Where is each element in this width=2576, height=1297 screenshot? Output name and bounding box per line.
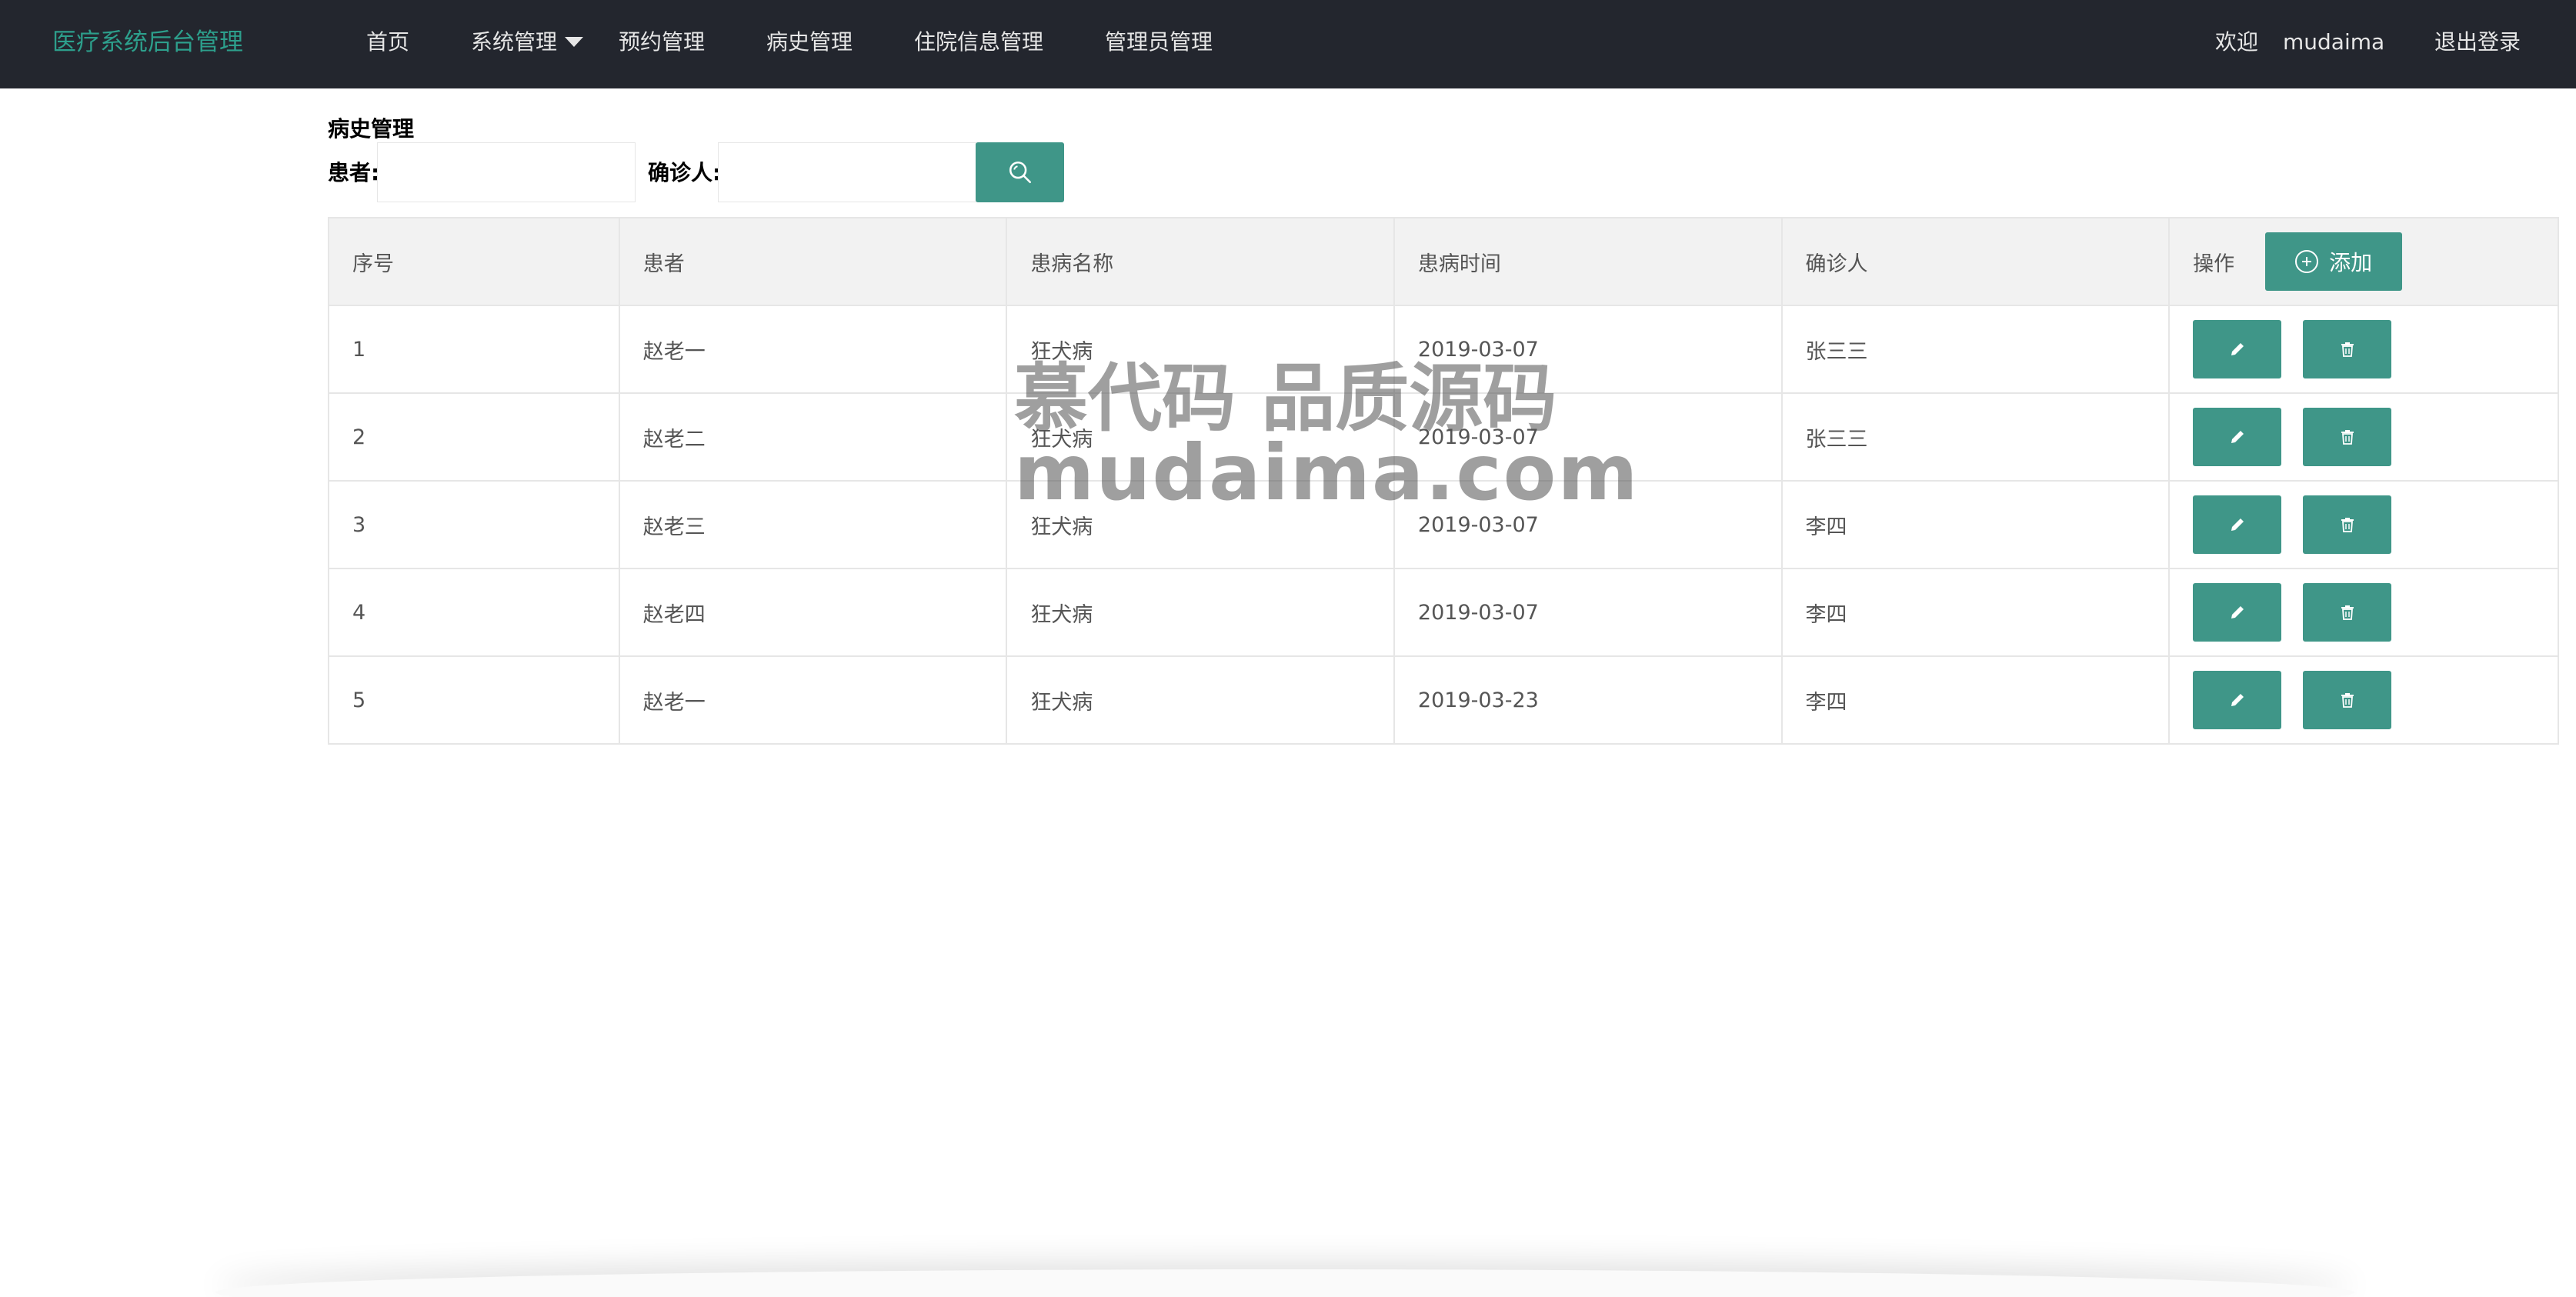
table-row: 2 赵老二 狂犬病 2019-03-07 张三三 xyxy=(328,392,2559,482)
cell-disease: 狂犬病 xyxy=(1006,568,1395,657)
caret-down-icon xyxy=(565,36,584,47)
trash-icon xyxy=(2341,605,2354,620)
cell-doctor: 李四 xyxy=(1780,480,2171,569)
cell-disease: 狂犬病 xyxy=(1006,480,1395,569)
cell-index: 1 xyxy=(328,305,620,394)
cell-patient: 赵老二 xyxy=(618,392,1008,482)
bottom-shadow xyxy=(215,1269,2354,1297)
cell-operations xyxy=(2168,305,2559,394)
col-header-doctor: 确诊人 xyxy=(1780,217,2171,306)
col-header-disease: 患病名称 xyxy=(1006,217,1395,306)
operations-label: 操作 xyxy=(2193,252,2235,276)
cell-operations xyxy=(2168,568,2559,657)
trash-icon xyxy=(2341,430,2354,445)
trash-icon xyxy=(2341,342,2354,357)
nav-inpatient-info-management[interactable]: 住院信息管理 xyxy=(914,0,1043,85)
trash-icon xyxy=(2341,693,2354,708)
cell-patient: 赵老一 xyxy=(618,655,1008,745)
cell-doctor: 李四 xyxy=(1780,655,2171,745)
nav-admin-management[interactable]: 管理员管理 xyxy=(1105,0,1213,85)
medical-history-table: 序号 患者 患病名称 患病时间 确诊人 操作 添加 1 赵老一 狂犬病 2019… xyxy=(328,217,2559,745)
delete-button[interactable] xyxy=(2303,583,2392,642)
pencil-icon xyxy=(2231,694,2244,706)
edit-button[interactable] xyxy=(2193,320,2282,378)
doctor-label: 确诊人: xyxy=(648,160,722,185)
cell-date: 2019-03-07 xyxy=(1393,568,1783,657)
table-header-row: 序号 患者 患病名称 患病时间 确诊人 操作 添加 xyxy=(328,217,2559,306)
edit-button[interactable] xyxy=(2193,671,2282,729)
pencil-icon xyxy=(2231,606,2244,618)
patient-search-input[interactable] xyxy=(377,142,636,202)
search-icon xyxy=(1009,161,1031,184)
nav-system-management-label: 系统管理 xyxy=(471,29,558,55)
col-header-index: 序号 xyxy=(328,217,620,306)
nav-home[interactable]: 首页 xyxy=(366,0,409,85)
add-button-label: 添加 xyxy=(2329,251,2373,275)
cell-date: 2019-03-23 xyxy=(1393,655,1783,745)
pencil-icon xyxy=(2231,518,2244,531)
cell-date: 2019-03-07 xyxy=(1393,480,1783,569)
search-button[interactable] xyxy=(976,142,1064,202)
cell-index: 5 xyxy=(328,655,620,745)
cell-disease: 狂犬病 xyxy=(1006,305,1395,394)
cell-doctor: 张三三 xyxy=(1780,305,2171,394)
cell-operations xyxy=(2168,655,2559,745)
nav-medical-history-management[interactable]: 病史管理 xyxy=(766,0,853,85)
table-row: 1 赵老一 狂犬病 2019-03-07 张三三 xyxy=(328,305,2559,394)
brand-title[interactable]: 医疗系统后台管理 xyxy=(52,0,243,85)
cell-operations xyxy=(2168,480,2559,569)
cell-patient: 赵老四 xyxy=(618,568,1008,657)
table-row: 3 赵老三 狂犬病 2019-03-07 李四 xyxy=(328,480,2559,569)
logout-link[interactable]: 退出登录 xyxy=(2434,0,2521,85)
username[interactable]: mudaima xyxy=(2283,0,2384,85)
cell-patient: 赵老一 xyxy=(618,305,1008,394)
plus-circle-icon xyxy=(2295,250,2319,273)
cell-patient: 赵老三 xyxy=(618,480,1008,569)
top-navbar: 医疗系统后台管理 首页 系统管理 预约管理 病史管理 住院信息管理 管理员管理 … xyxy=(0,0,2576,88)
cell-disease: 狂犬病 xyxy=(1006,655,1395,745)
nav-system-management[interactable]: 系统管理 xyxy=(471,0,584,85)
cell-disease: 狂犬病 xyxy=(1006,392,1395,482)
pencil-icon xyxy=(2231,343,2244,355)
table-row: 4 赵老四 狂犬病 2019-03-07 李四 xyxy=(328,568,2559,657)
col-header-operations: 操作 添加 xyxy=(2168,217,2559,306)
col-header-patient: 患者 xyxy=(618,217,1008,306)
delete-button[interactable] xyxy=(2303,320,2392,378)
cell-date: 2019-03-07 xyxy=(1393,392,1783,482)
edit-button[interactable] xyxy=(2193,408,2282,466)
nav-appointment-management[interactable]: 预约管理 xyxy=(619,0,705,85)
cell-doctor: 李四 xyxy=(1780,568,2171,657)
delete-button[interactable] xyxy=(2303,408,2392,466)
cell-index: 4 xyxy=(328,568,620,657)
edit-button[interactable] xyxy=(2193,583,2282,642)
page-title: 病史管理 xyxy=(328,116,415,142)
cell-index: 2 xyxy=(328,392,620,482)
patient-label: 患者: xyxy=(328,160,380,185)
cell-operations xyxy=(2168,392,2559,482)
delete-button[interactable] xyxy=(2303,495,2392,554)
cell-date: 2019-03-07 xyxy=(1393,305,1783,394)
cell-doctor: 张三三 xyxy=(1780,392,2171,482)
add-button[interactable]: 添加 xyxy=(2265,232,2403,291)
col-header-date: 患病时间 xyxy=(1393,217,1783,306)
table-row: 5 赵老一 狂犬病 2019-03-23 李四 xyxy=(328,655,2559,745)
delete-button[interactable] xyxy=(2303,671,2392,729)
trash-icon xyxy=(2341,518,2354,532)
doctor-search-input[interactable] xyxy=(718,142,976,202)
pencil-icon xyxy=(2231,431,2244,443)
cell-index: 3 xyxy=(328,480,620,569)
welcome-text: 欢迎 xyxy=(2215,29,2259,55)
edit-button[interactable] xyxy=(2193,495,2282,554)
